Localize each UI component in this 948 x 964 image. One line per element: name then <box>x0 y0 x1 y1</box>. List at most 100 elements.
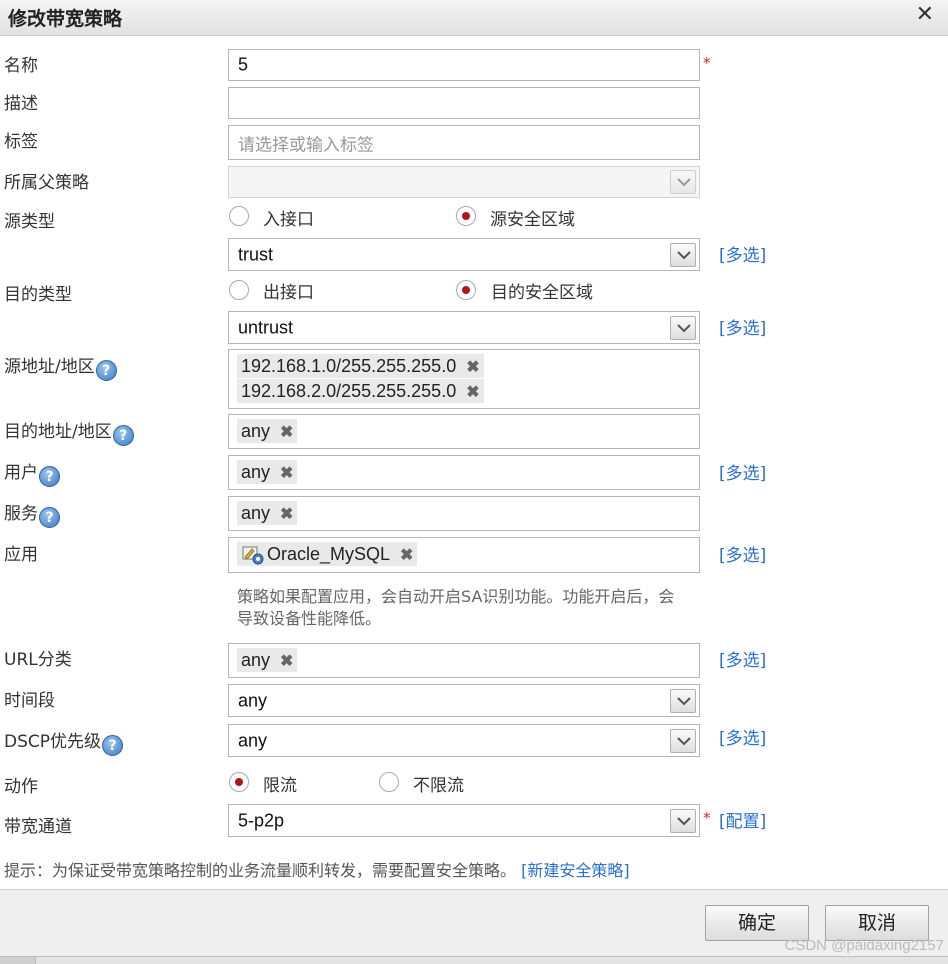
dialog-title: 修改带宽策略 <box>8 8 123 30</box>
dialog-titlebar: 修改带宽策略 ✕ <box>0 0 948 36</box>
hint-text: 提示：为保证受带宽策略控制的业务流量顺利转发，需要配置安全策略。 <box>4 861 517 880</box>
name-input[interactable]: 5 <box>228 49 700 81</box>
help-icon[interactable]: ? <box>39 507 60 528</box>
label-channel: 带宽通道 <box>4 817 72 837</box>
time-value: any <box>238 690 268 710</box>
dst-addr-tag: any ✖ <box>237 419 298 445</box>
watermark: CSDN @paidaxing2157 <box>784 937 945 954</box>
label-dst-type: 目的类型 <box>4 285 72 305</box>
radio-src-zone-label: 源安全区域 <box>490 210 575 230</box>
remove-tag-icon[interactable]: ✖ <box>280 421 293 445</box>
remove-tag-icon[interactable]: ✖ <box>400 544 413 568</box>
radio-limit[interactable] <box>229 772 249 792</box>
radio-src-zone[interactable] <box>456 206 476 226</box>
url-tag: any ✖ <box>237 648 298 674</box>
src-zone-multi-link[interactable]: [多选] <box>719 241 766 266</box>
src-addr-field[interactable]: 192.168.1.0/255.255.255.0 ✖ 192.168.2.0/2… <box>228 349 700 409</box>
label-src-addr: 源地址/地区? <box>4 352 117 381</box>
help-icon[interactable]: ? <box>102 735 124 756</box>
dscp-multi-link[interactable]: [多选] <box>719 724 766 749</box>
radio-dst-zone-label: 目的安全区域 <box>491 283 593 303</box>
time-select[interactable]: any <box>228 684 700 717</box>
src-addr-tag: 192.168.2.0/255.255.255.0 ✖ <box>237 379 484 403</box>
service-field[interactable]: any ✖ <box>228 496 700 531</box>
service-tag: any ✖ <box>237 501 298 527</box>
chevron-down-icon[interactable] <box>670 808 696 833</box>
tags-input[interactable]: 请选择或输入标签 <box>228 125 700 160</box>
label-src-addr-text: 源地址/地区 <box>4 357 95 377</box>
label-app: 应用 <box>4 545 38 565</box>
dst-addr-field[interactable]: any ✖ <box>228 414 700 449</box>
help-icon[interactable]: ? <box>95 360 117 381</box>
user-multi-link[interactable]: [多选] <box>719 459 766 484</box>
app-field[interactable]: Oracle_MySQL ✖ <box>228 537 700 573</box>
new-security-policy-link[interactable]: [新建安全策略] <box>521 861 630 880</box>
help-icon[interactable]: ? <box>39 466 60 487</box>
dst-addr-tag-value: any <box>241 421 271 441</box>
label-parent: 所属父策略 <box>4 173 89 193</box>
label-url: URL分类 <box>4 650 72 670</box>
label-desc: 描述 <box>4 94 38 114</box>
dscp-select[interactable]: any <box>228 724 700 757</box>
dst-zone-multi-link[interactable]: [多选] <box>719 314 766 339</box>
ok-button[interactable]: 确定 <box>705 905 809 941</box>
close-icon[interactable]: ✕ <box>916 2 934 27</box>
dscp-value: any <box>238 730 268 750</box>
radio-limit-label: 限流 <box>263 776 297 796</box>
label-name: 名称 <box>4 56 38 76</box>
required-mark: * <box>703 54 711 72</box>
required-mark: * <box>703 809 711 827</box>
label-dscp: DSCP优先级? <box>4 727 124 756</box>
user-tag: any ✖ <box>237 460 298 486</box>
remove-tag-icon[interactable]: ✖ <box>280 503 293 527</box>
channel-config-link[interactable]: [配置] <box>719 807 766 832</box>
chevron-down-icon[interactable] <box>670 315 696 340</box>
radio-src-iface[interactable] <box>229 206 249 226</box>
scrollbar-thumb[interactable] <box>0 957 36 964</box>
radio-nolimit[interactable] <box>379 772 399 792</box>
channel-value: 5-p2p <box>238 810 285 830</box>
label-user-text: 用户 <box>4 463 38 483</box>
remove-tag-icon[interactable]: ✖ <box>466 356 479 380</box>
src-zone-select[interactable]: trust <box>228 238 700 271</box>
chevron-down-icon[interactable] <box>670 688 696 713</box>
radio-dst-iface[interactable] <box>229 280 249 300</box>
app-multi-link[interactable]: [多选] <box>719 541 766 566</box>
remove-tag-icon[interactable]: ✖ <box>466 381 479 405</box>
src-addr-tag: 192.168.1.0/255.255.255.0 ✖ <box>237 354 484 378</box>
radio-nolimit-label: 不限流 <box>413 776 464 796</box>
desc-input[interactable] <box>228 87 700 119</box>
src-addr-tag-value: 192.168.2.0/255.255.255.0 <box>241 381 457 401</box>
cancel-button[interactable]: 取消 <box>825 905 929 941</box>
radio-dst-zone[interactable] <box>456 280 476 300</box>
url-field[interactable]: any ✖ <box>228 643 700 678</box>
chevron-down-icon <box>670 170 696 194</box>
channel-select[interactable]: 5-p2p <box>228 804 700 837</box>
label-src-type: 源类型 <box>4 212 55 232</box>
user-field[interactable]: any ✖ <box>228 455 700 490</box>
label-action: 动作 <box>4 777 38 797</box>
label-service: 服务? <box>4 499 60 528</box>
radio-dst-iface-label: 出接口 <box>263 283 314 303</box>
remove-tag-icon[interactable]: ✖ <box>280 462 293 486</box>
label-service-text: 服务 <box>4 504 38 524</box>
url-tag-value: any <box>241 650 271 670</box>
dst-zone-select[interactable]: untrust <box>228 311 700 344</box>
chevron-down-icon[interactable] <box>670 242 696 267</box>
label-user: 用户? <box>4 458 60 487</box>
label-dscp-text: DSCP优先级 <box>4 732 102 752</box>
remove-tag-icon[interactable]: ✖ <box>280 650 293 674</box>
bottom-scrollbar[interactable] <box>0 956 948 964</box>
label-tags: 标签 <box>4 132 38 152</box>
label-time: 时间段 <box>4 691 55 711</box>
src-addr-tag-value: 192.168.1.0/255.255.255.0 <box>241 356 457 376</box>
url-multi-link[interactable]: [多选] <box>719 646 766 671</box>
label-dst-addr-text: 目的地址/地区 <box>4 422 112 442</box>
parent-policy-select <box>228 166 700 198</box>
app-tag: Oracle_MySQL ✖ <box>237 542 418 568</box>
chevron-down-icon[interactable] <box>670 728 696 753</box>
tags-placeholder: 请选择或输入标签 <box>238 135 374 155</box>
help-icon[interactable]: ? <box>112 425 134 446</box>
dst-zone-value: untrust <box>238 317 294 337</box>
radio-src-iface-label: 入接口 <box>263 210 314 230</box>
